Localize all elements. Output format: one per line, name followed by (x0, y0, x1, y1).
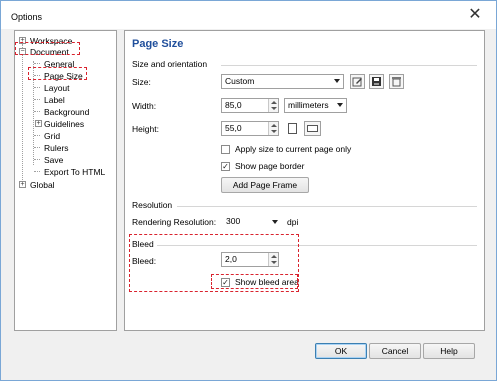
delete-preset-icon[interactable] (389, 74, 404, 89)
portrait-icon[interactable] (288, 123, 297, 134)
highlight-show-bleed-area (211, 274, 298, 289)
tree-item-global[interactable]: Global (30, 180, 55, 190)
ok-button[interactable]: OK (315, 343, 367, 359)
height-label: Height: (132, 124, 159, 134)
section-resolution: Resolution (132, 200, 173, 210)
checkbox-box[interactable] (221, 145, 230, 154)
width-input[interactable]: 85,0 (221, 98, 279, 113)
size-label: Size: (132, 77, 151, 87)
width-label: Width: (132, 101, 157, 111)
add-page-frame-button[interactable]: Add Page Frame (221, 177, 309, 193)
page-title: Page Size (132, 38, 184, 50)
options-dialog: Options ✕ + Workspace − Document General… (0, 0, 497, 381)
dpi-label: dpi (287, 217, 299, 227)
highlight-document (15, 42, 80, 55)
tree-branch (34, 99, 40, 100)
tree-item-background[interactable]: Background (44, 107, 89, 117)
tree-branch (34, 111, 40, 112)
tree-item-label[interactable]: Label (44, 95, 65, 105)
tree-item-layout[interactable]: Layout (44, 83, 70, 93)
chevron-down-icon (334, 79, 340, 83)
title-bar: Options ✕ (1, 1, 496, 29)
floppy-save-icon[interactable] (369, 74, 384, 89)
apply-size-label: Apply size to current page only (235, 144, 352, 154)
divider (177, 206, 477, 207)
save-preset-icon[interactable] (350, 74, 365, 89)
chevron-down-icon (272, 220, 278, 224)
tree-item-rulers[interactable]: Rulers (44, 143, 69, 153)
help-button[interactable]: Help (423, 343, 475, 359)
height-value: 55,0 (225, 123, 242, 133)
height-spinner[interactable] (268, 122, 278, 135)
checkmark-icon[interactable]: ✓ (221, 162, 230, 171)
section-size-orientation: Size and orientation (132, 59, 208, 69)
tree-item-save[interactable]: Save (44, 155, 63, 165)
close-icon[interactable]: ✕ (466, 6, 484, 24)
tree-branch (34, 159, 40, 160)
cancel-button[interactable]: Cancel (369, 343, 421, 359)
window-title: Options (11, 12, 43, 22)
units-dropdown[interactable]: millimeters (284, 98, 347, 113)
show-page-border-checkbox[interactable]: ✓ Show page border (221, 161, 304, 172)
rendering-resolution-dropdown[interactable]: 300 (226, 214, 278, 229)
tree-line (22, 44, 23, 186)
width-spinner[interactable] (268, 99, 278, 112)
tree-branch (34, 147, 40, 148)
highlight-page-size (28, 67, 87, 80)
expand-icon[interactable]: + (19, 181, 26, 188)
tree-item-export-to-html[interactable]: Export To HTML (44, 167, 105, 177)
rendering-resolution-value: 300 (226, 216, 241, 226)
rendering-resolution-label: Rendering Resolution: (132, 217, 217, 227)
tree-branch (34, 171, 40, 172)
tree-item-guidelines[interactable]: Guidelines (44, 119, 84, 129)
landscape-icon[interactable] (304, 121, 321, 136)
tree-branch (34, 63, 40, 64)
divider (221, 65, 477, 66)
height-input[interactable]: 55,0 (221, 121, 279, 136)
tree-branch (34, 135, 40, 136)
size-dropdown[interactable]: Custom (221, 74, 344, 89)
show-page-border-label: Show page border (235, 161, 305, 171)
size-value: Custom (225, 76, 255, 86)
apply-size-checkbox[interactable]: Apply size to current page only (221, 144, 351, 155)
chevron-down-icon (337, 103, 343, 107)
units-value: millimeters (288, 100, 329, 110)
width-value: 85,0 (225, 100, 242, 110)
tree-item-grid[interactable]: Grid (44, 131, 60, 141)
tree-branch (34, 87, 40, 88)
expand-icon[interactable]: + (35, 120, 42, 127)
